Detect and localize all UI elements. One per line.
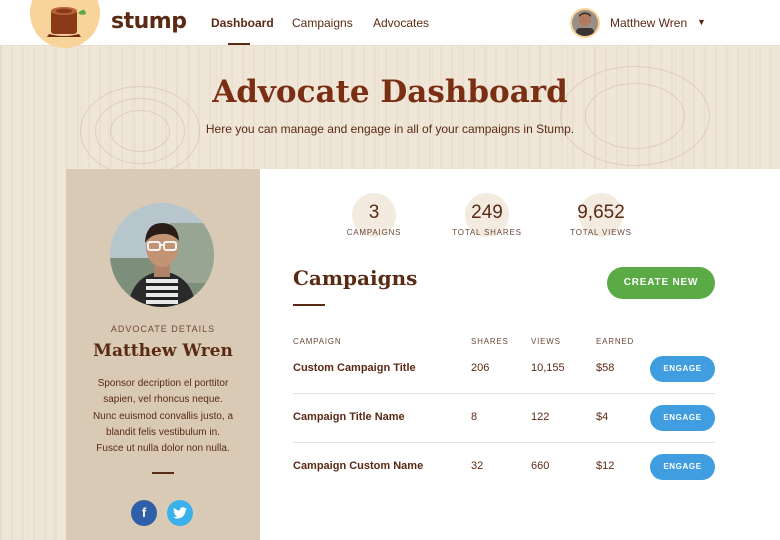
divider <box>152 472 174 474</box>
twitter-bird-icon <box>173 507 187 519</box>
facebook-icon[interactable]: f <box>131 500 157 526</box>
create-new-button[interactable]: CREATE NEW <box>607 267 715 299</box>
advocate-details-label: ADVOCATE DETAILS <box>110 324 216 334</box>
stat-label: TOTAL VIEWS <box>570 228 632 237</box>
stat-total-views: 9,652 TOTAL VIEWS <box>541 193 661 237</box>
twitter-icon[interactable] <box>167 500 193 526</box>
page-title: Advocate Dashboard <box>212 74 568 110</box>
table-row: Campaign Title Name 8 122 $4 ENGAGE <box>293 394 715 443</box>
advocate-bio: Sponsor decription el porttitor sapien, … <box>92 378 234 455</box>
page-subtitle: Here you can manage and engage in all of… <box>205 122 575 136</box>
advocate-name: Matthew Wren <box>93 341 233 361</box>
campaign-shares: 206 <box>471 362 490 374</box>
stat-value: 249 <box>471 202 503 223</box>
stat-label: TOTAL SHARES <box>452 228 522 237</box>
logo[interactable] <box>30 0 100 48</box>
campaign-views: 10,155 <box>531 362 565 374</box>
table-row: Campaign Custom Name 32 660 $12 ENGAGE <box>293 443 715 492</box>
chevron-down-icon[interactable]: ▼ <box>697 17 706 27</box>
avatar <box>110 203 214 307</box>
user-avatar[interactable] <box>570 8 600 38</box>
nav-dashboard[interactable]: Dashboard <box>211 16 274 30</box>
campaigns-heading: Campaigns <box>293 266 418 290</box>
campaign-shares: 8 <box>471 411 478 423</box>
campaign-views: 122 <box>531 411 550 423</box>
campaign-name[interactable]: Campaign Title Name <box>293 411 405 423</box>
campaigns-panel: 3 CAMPAIGNS 249 TOTAL SHARES 9,652 TOTAL… <box>260 169 780 540</box>
profile-photo-icon <box>110 203 214 307</box>
user-photo-icon <box>572 10 598 36</box>
campaign-earned: $58 <box>596 362 615 374</box>
engage-button[interactable]: ENGAGE <box>650 405 715 431</box>
nav-campaigns[interactable]: Campaigns <box>292 16 353 30</box>
stump-icon <box>47 7 86 37</box>
heading-underline <box>293 304 325 306</box>
engage-button[interactable]: ENGAGE <box>650 356 715 382</box>
stat-label: CAMPAIGNS <box>346 228 402 237</box>
campaign-name[interactable]: Campaign Custom Name <box>293 460 423 472</box>
table-row: Custom Campaign Title 206 10,155 $58 ENG… <box>293 345 715 394</box>
user-menu-name[interactable]: Matthew Wren <box>610 16 687 30</box>
stat-value: 9,652 <box>577 202 625 223</box>
campaign-shares: 32 <box>471 460 484 472</box>
campaign-name[interactable]: Custom Campaign Title <box>293 362 416 374</box>
stat-campaigns: 3 CAMPAIGNS <box>314 193 434 237</box>
nav-advocates[interactable]: Advocates <box>373 16 429 30</box>
campaign-earned: $4 <box>596 411 609 423</box>
engage-button[interactable]: ENGAGE <box>650 454 715 480</box>
top-nav-bar: stump Dashboard Campaigns Advocates Matt… <box>0 0 780 48</box>
campaign-views: 660 <box>531 460 550 472</box>
stat-total-shares: 249 TOTAL SHARES <box>427 193 547 237</box>
brand-name[interactable]: stump <box>111 9 187 34</box>
nav-active-indicator <box>228 43 250 45</box>
advocate-details-panel: ADVOCATE DETAILS Matthew Wren Sponsor de… <box>66 169 260 540</box>
stat-value: 3 <box>368 202 380 223</box>
campaign-earned: $12 <box>596 460 615 472</box>
